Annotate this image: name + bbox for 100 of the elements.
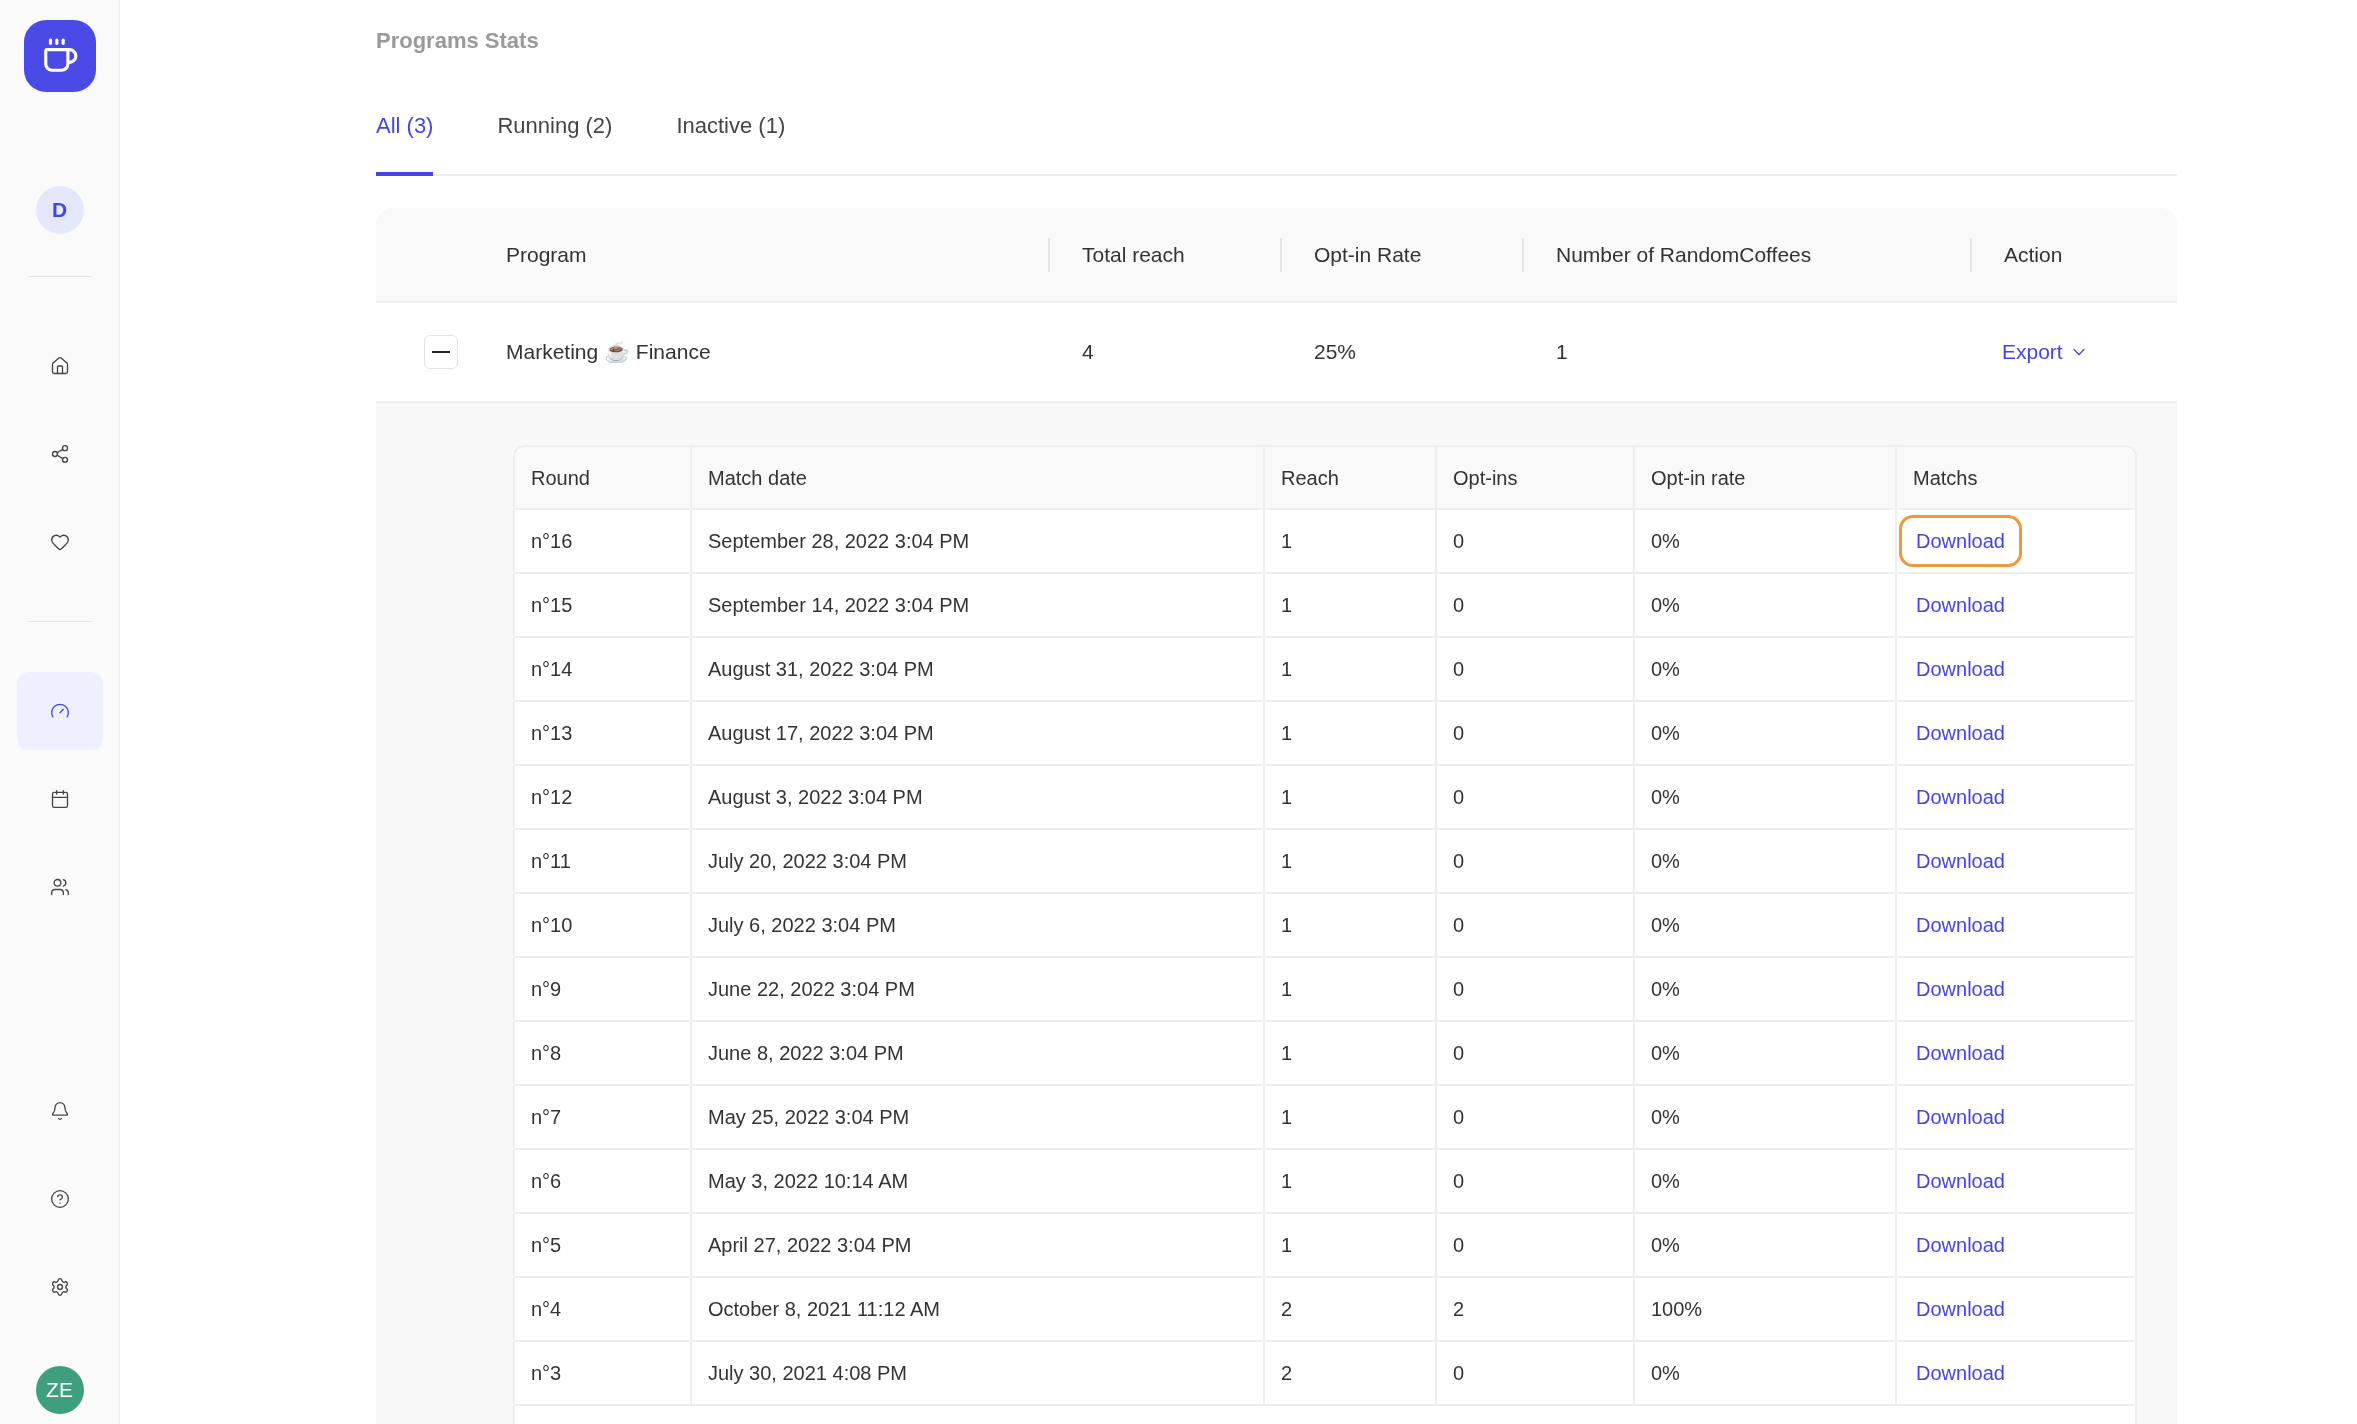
table-cell-text: 1 — [1281, 1233, 1293, 1258]
table-cell-text: 1 — [1281, 1169, 1293, 1194]
sidebar-nav-item[interactable] — [16, 672, 103, 750]
column-header: Matchs — [1913, 465, 1978, 491]
table-cell-text: n°15 — [531, 593, 573, 618]
table-cell-text: July 20, 2022 3:04 PM — [708, 849, 907, 874]
table-cell-text: 0% — [1651, 657, 1680, 682]
help-icon — [49, 1189, 70, 1209]
table-cell-text: 0 — [1453, 1233, 1465, 1258]
table-cell-text: n°13 — [531, 721, 573, 746]
workspace-avatar[interactable]: D — [35, 186, 84, 234]
export-dropdown[interactable]: Export — [2002, 336, 2089, 368]
page-title: Programs Stats — [376, 27, 540, 55]
table-cell-text: 0% — [1651, 1041, 1680, 1066]
table-cell-text: 1 — [1281, 657, 1293, 682]
download-link[interactable]: Download — [1899, 1155, 2022, 1207]
table-cell-text: 1 — [1281, 529, 1293, 554]
home-icon — [49, 356, 70, 376]
table-cell-text: n°16 — [531, 529, 573, 554]
column-header: Program — [506, 241, 587, 268]
table-cell-text: 1 — [1281, 849, 1293, 874]
calendar-icon — [49, 789, 70, 809]
heart-icon — [49, 532, 70, 552]
table-cell-text: 0 — [1453, 657, 1465, 682]
table-cell-text: 0 — [1453, 721, 1465, 746]
table-cell-text: 2 — [1281, 1361, 1293, 1386]
table-cell-text: August 3, 2022 3:04 PM — [708, 785, 923, 810]
download-link[interactable]: Download — [1899, 963, 2022, 1015]
table-cell-text: n°5 — [531, 1233, 562, 1258]
table-cell-text: 0% — [1651, 977, 1680, 1002]
table-cell-text: 1 — [1281, 1041, 1293, 1066]
table-cell-text: n°7 — [531, 1105, 562, 1130]
download-link[interactable]: Download — [1899, 1347, 2022, 1399]
table-cell-text: 1 — [1281, 977, 1293, 1002]
download-link[interactable]: Download — [1899, 835, 2022, 887]
filter-tab[interactable]: All (3) — [376, 109, 434, 176]
app-logo[interactable] — [23, 20, 96, 92]
column-header: Number of RandomCoffees — [1556, 241, 1812, 268]
table-cell-text: 0 — [1453, 593, 1465, 618]
column-header: Action — [2004, 241, 2063, 268]
table-cell-text: June 8, 2022 3:04 PM — [708, 1041, 904, 1066]
table-cell-text: n°12 — [531, 785, 573, 810]
table-cell-text: 0 — [1453, 1361, 1465, 1386]
column-header: Opt-in rate — [1651, 465, 1746, 491]
users-icon — [49, 877, 70, 897]
table-cell-text: 0 — [1453, 785, 1465, 810]
table-cell-text: July 30, 2021 4:08 PM — [708, 1361, 907, 1386]
download-link[interactable]: Download — [1899, 1027, 2022, 1079]
download-link[interactable]: Download — [1899, 899, 2022, 951]
table-cell-text: September 28, 2022 3:04 PM — [708, 529, 970, 554]
table-cell-text: 0 — [1453, 977, 1465, 1002]
column-header: Total reach — [1082, 241, 1185, 268]
table-cell-text: July 6, 2022 3:04 PM — [708, 913, 896, 938]
table-cell-text: 100% — [1651, 1297, 1703, 1322]
download-link[interactable]: Download — [1899, 1091, 2022, 1143]
table-cell-text: 0% — [1651, 849, 1680, 874]
column-header: Match date — [708, 465, 807, 491]
account-avatar[interactable]: ZE — [35, 1366, 84, 1414]
column-header: Reach — [1281, 465, 1339, 491]
column-header: Opt-ins — [1453, 465, 1518, 491]
table-cell-text: n°4 — [531, 1297, 562, 1322]
table-cell-text: 2 — [1281, 1297, 1293, 1322]
table-cell-text: 0 — [1453, 1105, 1465, 1130]
table-cell-text: n°9 — [531, 977, 562, 1002]
filter-tab[interactable]: Inactive (1) — [676, 109, 786, 176]
total-reach: 4 — [1082, 340, 1094, 364]
table-cell-text: September 14, 2022 3:04 PM — [708, 593, 970, 618]
column-header: Opt-in Rate — [1314, 241, 1422, 268]
download-link[interactable]: Download — [1899, 515, 2022, 567]
table-cell-text: 0% — [1651, 721, 1680, 746]
table-cell-text: 0% — [1651, 913, 1680, 938]
download-link[interactable]: Download — [1899, 643, 2022, 695]
share-icon — [49, 444, 70, 464]
table-cell-text: n°14 — [531, 657, 573, 682]
table-cell-text: 0% — [1651, 1169, 1680, 1194]
table-cell-text: 0 — [1453, 913, 1465, 938]
table-cell-text: 0% — [1651, 593, 1680, 618]
download-link[interactable]: Download — [1899, 1283, 2022, 1335]
opt-in-rate: 25% — [1314, 340, 1357, 364]
download-link[interactable]: Download — [1899, 1219, 2022, 1271]
table-cell-text: 0% — [1651, 529, 1680, 554]
table-cell-text: June 22, 2022 3:04 PM — [708, 977, 915, 1002]
table-cell-text: n°11 — [531, 849, 571, 874]
table-cell-text: May 25, 2022 3:04 PM — [708, 1105, 910, 1130]
table-cell-text: n°3 — [531, 1361, 562, 1386]
table-cell-text: May 3, 2022 10:14 AM — [708, 1169, 909, 1194]
table-cell-text: 1 — [1281, 593, 1293, 618]
table-cell-text: n°10 — [531, 913, 573, 938]
filter-tab[interactable]: Running (2) — [497, 109, 613, 176]
download-link[interactable]: Download — [1899, 579, 2022, 631]
collapse-toggle[interactable] — [424, 335, 458, 369]
table-cell-text: 0% — [1651, 1105, 1680, 1130]
program-name: Marketing ☕ Finance — [506, 340, 711, 364]
table-cell-text: August 17, 2022 3:04 PM — [708, 721, 934, 746]
table-cell-text: 1 — [1281, 1105, 1293, 1130]
download-link[interactable]: Download — [1899, 771, 2022, 823]
table-cell-text: n°8 — [531, 1041, 562, 1066]
table-cell-text: 1 — [1281, 721, 1293, 746]
download-link[interactable]: Download — [1899, 707, 2022, 759]
table-cell-text: 0 — [1453, 1169, 1465, 1194]
